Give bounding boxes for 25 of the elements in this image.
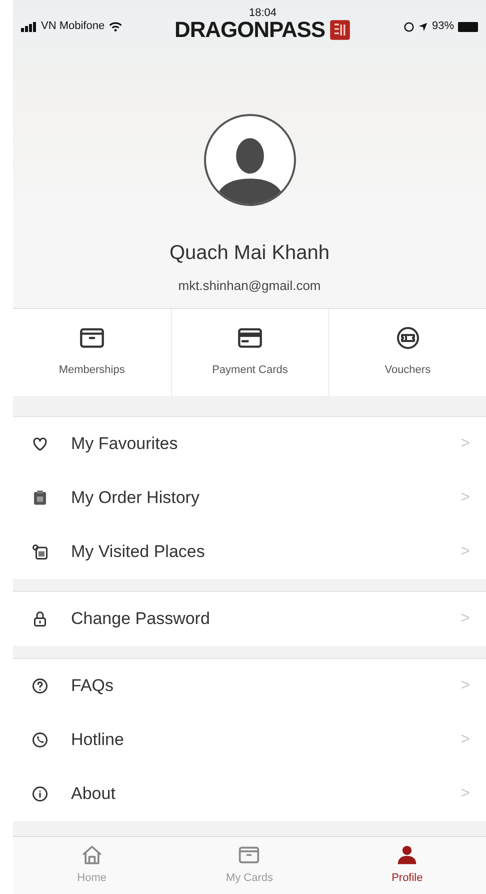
profile-name: Quach Mai Khanh: [169, 241, 330, 266]
credit-card-icon: [236, 326, 263, 350]
wifi-icon: [108, 22, 122, 32]
status-time: 18:04: [249, 8, 277, 19]
tab-button[interactable]: Profile: [328, 837, 486, 894]
signal-icon: [21, 22, 37, 32]
question-icon: [31, 676, 49, 694]
person-icon: [396, 844, 418, 866]
heart-icon: [31, 434, 49, 452]
ticket-icon: [394, 326, 421, 350]
carrier-name: VN Mobifone: [41, 19, 105, 34]
battery-icon: [458, 22, 478, 32]
card-icon: [238, 844, 260, 866]
home-icon: [80, 844, 103, 866]
app-logo: DRAGONPASS: [174, 19, 326, 41]
phone-icon: [31, 730, 49, 748]
seal-icon: [329, 19, 352, 41]
profile-email: mkt.shinhan@gmail.com: [178, 277, 321, 295]
location-card-icon: [31, 542, 49, 560]
battery-percent: 93%: [432, 19, 454, 34]
lock-icon: [31, 610, 49, 628]
info-icon: [31, 784, 49, 802]
clipboard-icon: [31, 488, 49, 506]
card-icon: [78, 326, 105, 350]
location-arrow-icon: [418, 22, 428, 32]
